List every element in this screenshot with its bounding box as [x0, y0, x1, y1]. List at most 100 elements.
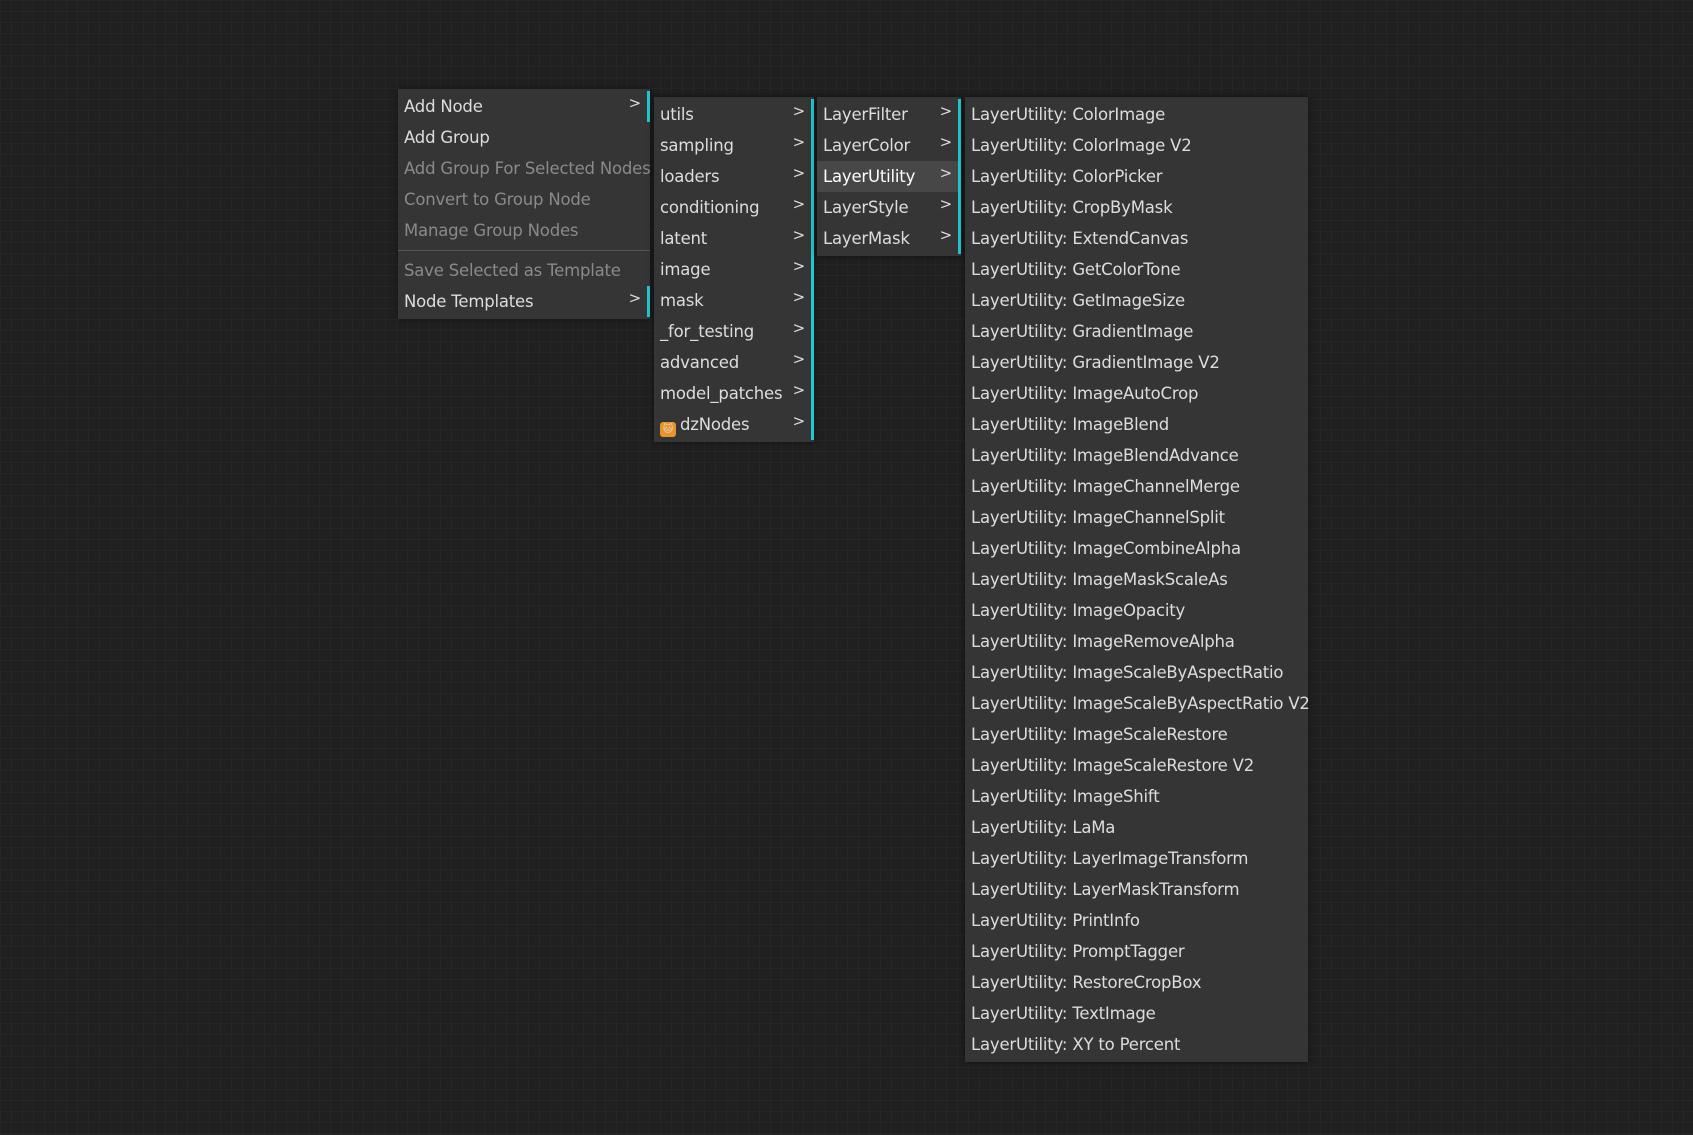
menu-item-sampling[interactable]: sampling > [654, 130, 814, 161]
menu-item-layerutility-imagechannelsplit[interactable]: LayerUtility: ImageChannelSplit [965, 502, 1308, 533]
menu-item-label: conditioning [660, 198, 760, 217]
menu-item-label: latent [660, 229, 708, 248]
menu-item-label: LayerUtility: ImageRemoveAlpha [971, 632, 1235, 651]
menu-item-add-group[interactable]: Add Group [398, 122, 650, 153]
menu-item-layerutility-layermasktransform[interactable]: LayerUtility: LayerMaskTransform [965, 874, 1308, 905]
menu-item-label: Add Group [404, 128, 490, 147]
menu-item-label: LayerUtility: ImageChannelMerge [971, 477, 1240, 496]
menu-item-layerutility-imageblendadvance[interactable]: LayerUtility: ImageBlendAdvance [965, 440, 1308, 471]
menu-item-layerutility-gradientimage[interactable]: LayerUtility: GradientImage [965, 316, 1308, 347]
menu-item-layerutility-imageshift[interactable]: LayerUtility: ImageShift [965, 781, 1308, 812]
menu-item-label: LayerUtility: ImageScaleByAspectRatio [971, 663, 1284, 682]
menu-item-layermask[interactable]: LayerMask > [817, 223, 961, 254]
menu-item-label: LayerUtility: GetColorTone [971, 260, 1181, 279]
menu-item-layerstyle[interactable]: LayerStyle > [817, 192, 961, 223]
menu-item-label: sampling [660, 136, 734, 155]
menu-item-latent[interactable]: latent > [654, 223, 814, 254]
menu-item-layerutility-imagescalerestore-v2[interactable]: LayerUtility: ImageScaleRestore V2 [965, 750, 1308, 781]
layerstyle-category-submenu: LayerFilter > LayerColor > LayerUtility > Laye… [817, 97, 961, 256]
menu-separator [398, 250, 650, 251]
menu-item-label: _for_testing [660, 322, 754, 341]
menu-item-save-selected-as-template[interactable]: Save Selected as Template [398, 255, 650, 286]
menu-item-utils[interactable]: utils > [654, 99, 814, 130]
menu-item-image[interactable]: image > [654, 254, 814, 285]
menu-item-layerfilter[interactable]: LayerFilter > [817, 99, 961, 130]
menu-item-layerutility-getimagesize[interactable]: LayerUtility: GetImageSize [965, 285, 1308, 316]
menu-item-layerutility-imageopacity[interactable]: LayerUtility: ImageOpacity [965, 595, 1308, 626]
menu-item-label: LayerUtility: ImageChannelSplit [971, 508, 1225, 527]
chevron-right-icon: > [939, 133, 953, 151]
menu-item-label: Node Templates [404, 292, 534, 311]
menu-item-layerutility-imagemaskscaleas[interactable]: LayerUtility: ImageMaskScaleAs [965, 564, 1308, 595]
menu-item-label: LayerFilter [823, 105, 908, 124]
menu-item-add-group-for-selected-nodes[interactable]: Add Group For Selected Nodes [398, 153, 651, 184]
menu-item-layerutility-printinfo[interactable]: LayerUtility: PrintInfo [965, 905, 1308, 936]
menu-item-label: LayerUtility: RestoreCropBox [971, 973, 1202, 992]
menu-item-label: LayerUtility: ImageScaleRestore V2 [971, 756, 1255, 775]
chevron-right-icon: > [792, 133, 806, 151]
menu-item-label: LayerUtility: TextImage [971, 1004, 1156, 1023]
menu-item-label: Manage Group Nodes [404, 221, 579, 240]
menu-item-label: LayerUtility: ColorImage V2 [971, 136, 1192, 155]
menu-item-label: loaders [660, 167, 720, 186]
chevron-right-icon: > [792, 257, 806, 275]
menu-item-layerutility-gradientimage-v2[interactable]: LayerUtility: GradientImage V2 [965, 347, 1308, 378]
menu-item-layerutility-imageautocrop[interactable]: LayerUtility: ImageAutoCrop [965, 378, 1308, 409]
menu-item-layerutility-lama[interactable]: LayerUtility: LaMa [965, 812, 1308, 843]
menu-item-label: LayerUtility: GradientImage [971, 322, 1194, 341]
menu-item-layerutility-imagescalebyaspectratio[interactable]: LayerUtility: ImageScaleByAspectRatio [965, 657, 1308, 688]
menu-item-layerutility-prompttagger[interactable]: LayerUtility: PromptTagger [965, 936, 1308, 967]
menu-item-add-node[interactable]: Add Node > [398, 91, 650, 122]
menu-item-label: LayerUtility: PrintInfo [971, 911, 1140, 930]
menu-item-layerutility-imagescalerestore[interactable]: LayerUtility: ImageScaleRestore [965, 719, 1308, 750]
menu-item-mask[interactable]: mask > [654, 285, 814, 316]
menu-item-label: dzNodes [680, 415, 750, 434]
menu-item-label: LayerUtility: ImageBlendAdvance [971, 446, 1239, 465]
menu-item-layerutility-colorimage-v2[interactable]: LayerUtility: ColorImage V2 [965, 130, 1308, 161]
menu-item-layerutility-xy-to-percent[interactable]: LayerUtility: XY to Percent [965, 1029, 1308, 1060]
chevron-right-icon: > [939, 164, 953, 182]
chevron-right-icon: > [939, 195, 953, 213]
menu-item-label: LayerColor [823, 136, 911, 155]
chevron-right-icon: > [792, 195, 806, 213]
menu-item-dznodes[interactable]: 🐱 dzNodes > [654, 409, 814, 440]
menu-item-manage-group-nodes[interactable]: Manage Group Nodes [398, 215, 650, 246]
menu-item-label: Add Group For Selected Nodes [404, 159, 651, 178]
menu-item-layerutility-imageblend[interactable]: LayerUtility: ImageBlend [965, 409, 1308, 440]
menu-item-layerutility-cropbymask[interactable]: LayerUtility: CropByMask [965, 192, 1308, 223]
menu-item-layerutility-layerimagetransform[interactable]: LayerUtility: LayerImageTransform [965, 843, 1308, 874]
chevron-right-icon: > [792, 102, 806, 120]
menu-item-node-templates[interactable]: Node Templates > [398, 286, 650, 317]
menu-item-model-patches[interactable]: model_patches > [654, 378, 814, 409]
menu-item-label: utils [660, 105, 694, 124]
menu-item-loaders[interactable]: loaders > [654, 161, 814, 192]
menu-item-layerutility-imagescalebyaspectratio-v2[interactable]: LayerUtility: ImageScaleByAspectRatio V2 [965, 688, 1310, 719]
menu-item-layerutility-colorimage[interactable]: LayerUtility: ColorImage [965, 99, 1308, 130]
menu-item-layerutility-colorpicker[interactable]: LayerUtility: ColorPicker [965, 161, 1308, 192]
menu-item-label: LayerUtility: ImageShift [971, 787, 1160, 806]
menu-item-label: Convert to Group Node [404, 190, 591, 209]
menu-item-layerutility-imageremovealpha[interactable]: LayerUtility: ImageRemoveAlpha [965, 626, 1308, 657]
menu-item-layerutility-imagechannelmerge[interactable]: LayerUtility: ImageChannelMerge [965, 471, 1308, 502]
menu-item-layerutility-imagecombinealpha[interactable]: LayerUtility: ImageCombineAlpha [965, 533, 1308, 564]
menu-item-convert-to-group-node[interactable]: Convert to Group Node [398, 184, 650, 215]
menu-item-label: advanced [660, 353, 740, 372]
menu-item-label: LayerUtility: ImageCombineAlpha [971, 539, 1241, 558]
chevron-right-icon: > [939, 102, 953, 120]
menu-item-layercolor[interactable]: LayerColor > [817, 130, 961, 161]
menu-item-label: LayerUtility: ExtendCanvas [971, 229, 1189, 248]
menu-item-label: LayerUtility: LayerImageTransform [971, 849, 1249, 868]
chevron-right-icon: > [792, 164, 806, 182]
menu-item-layerutility-getcolortone[interactable]: LayerUtility: GetColorTone [965, 254, 1308, 285]
menu-item-layerutility-textimage[interactable]: LayerUtility: TextImage [965, 998, 1308, 1029]
menu-item-layerutility-extendcanvas[interactable]: LayerUtility: ExtendCanvas [965, 223, 1308, 254]
menu-item-conditioning[interactable]: conditioning > [654, 192, 814, 223]
menu-item-layerutility[interactable]: LayerUtility > [817, 161, 961, 192]
chevron-right-icon: > [792, 412, 806, 430]
menu-item-for-testing[interactable]: _for_testing > [654, 316, 814, 347]
menu-item-advanced[interactable]: advanced > [654, 347, 814, 378]
menu-item-layerutility-restorecropbox[interactable]: LayerUtility: RestoreCropBox [965, 967, 1308, 998]
menu-item-label: LayerUtility: ImageScaleByAspectRatio V2 [971, 694, 1310, 713]
menu-item-label: Add Node [404, 97, 483, 116]
menu-item-label: LayerUtility: ImageBlend [971, 415, 1170, 434]
